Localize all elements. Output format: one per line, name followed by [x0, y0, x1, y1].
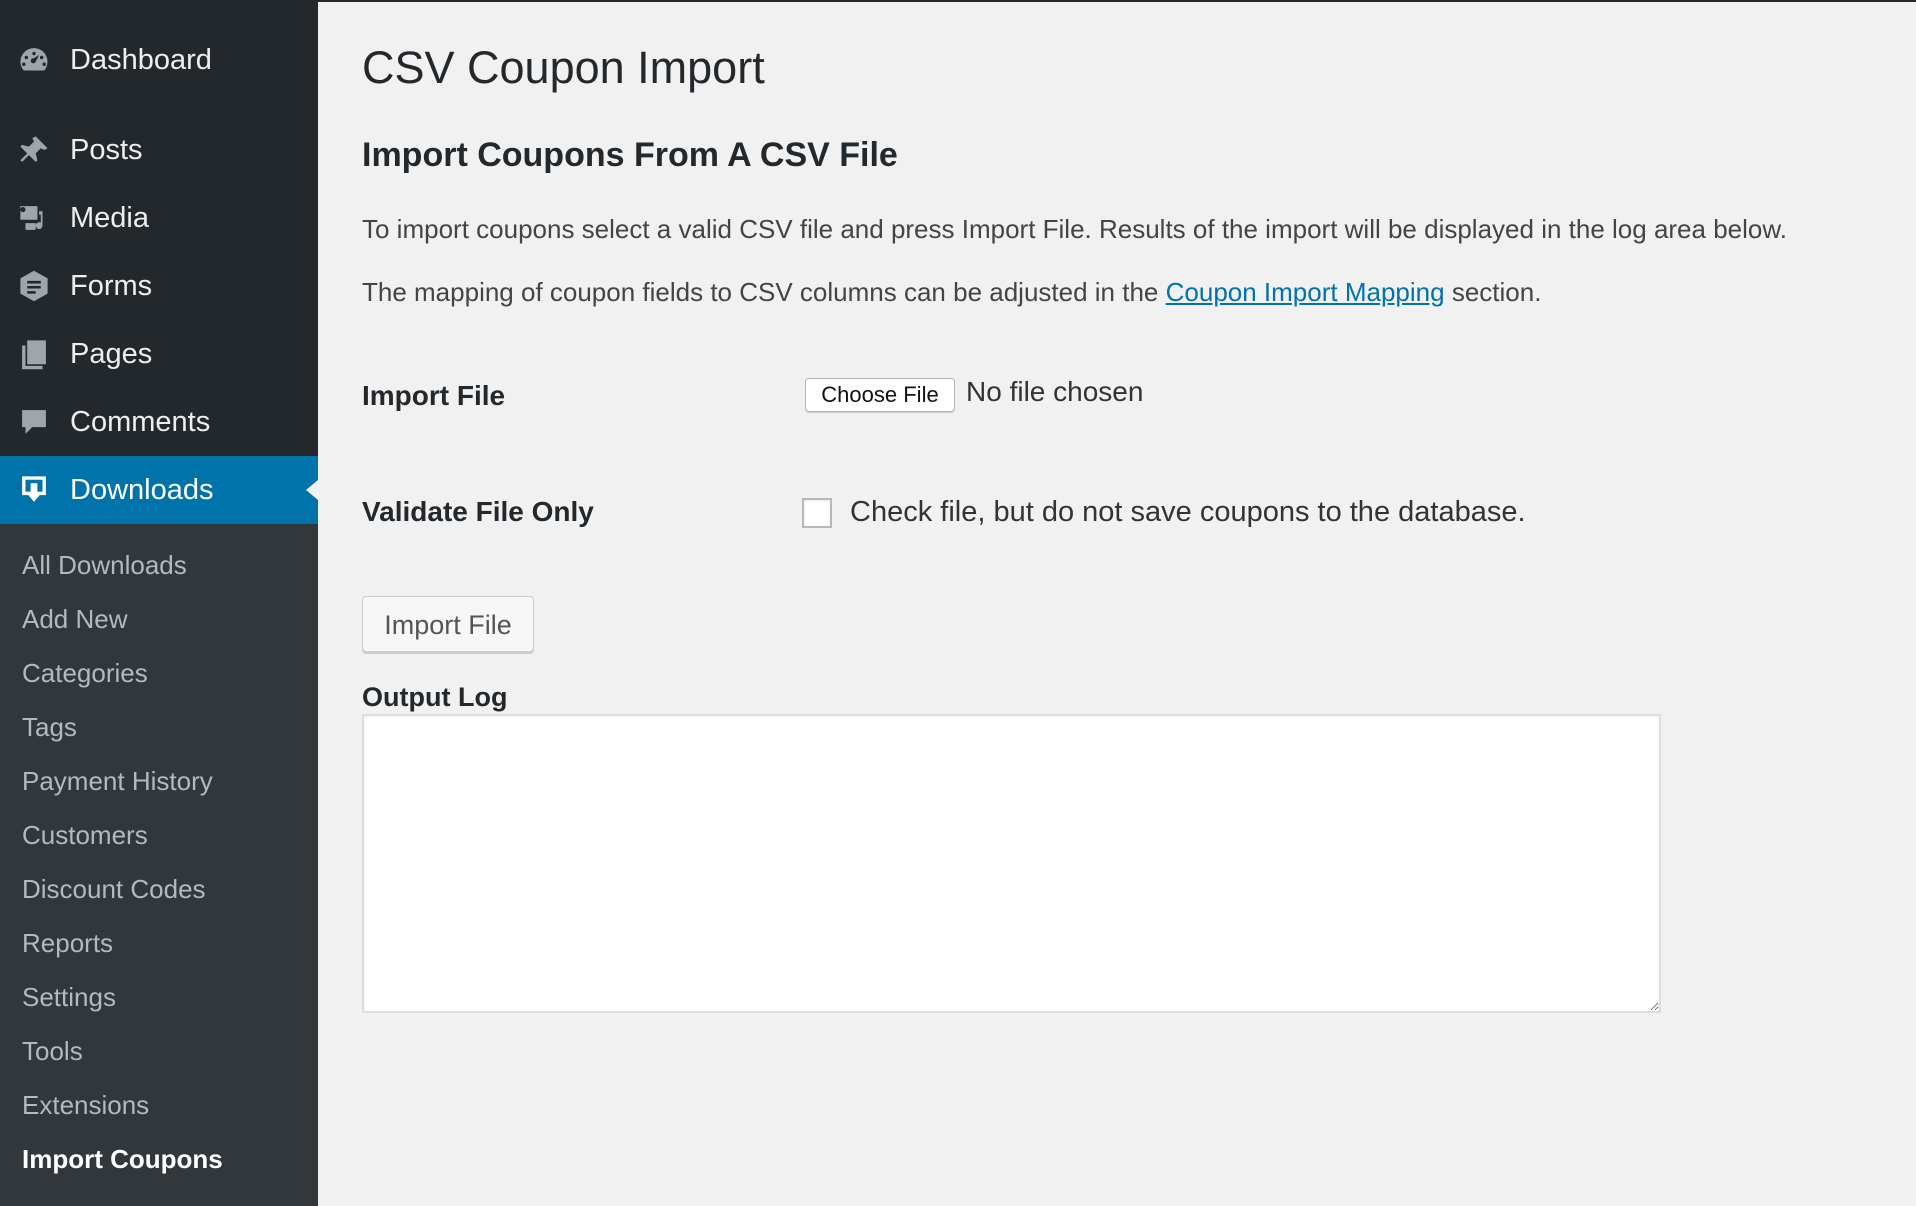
- submenu-extensions[interactable]: Extensions: [22, 1090, 149, 1121]
- validate-checkbox-label[interactable]: Check file, but do not save coupons to t…: [850, 496, 1526, 529]
- submenu-import-coupons[interactable]: Import Coupons: [22, 1144, 223, 1175]
- submenu-add-new[interactable]: Add New: [22, 604, 128, 635]
- submenu-settings[interactable]: Settings: [22, 982, 116, 1013]
- menu-item-dashboard[interactable]: Dashboard: [0, 26, 318, 94]
- mapping-text-suffix: section.: [1451, 277, 1542, 307]
- import-file-button[interactable]: Import File: [362, 596, 534, 652]
- main-content: CSV Coupon Import Import Coupons From A …: [318, 0, 1916, 1206]
- intro-text: To import coupons select a valid CSV fil…: [362, 214, 1787, 244]
- mapping-text: The mapping of coupon fields to CSV colu…: [362, 277, 1541, 308]
- validate-only-checkbox[interactable]: [802, 498, 832, 528]
- forms-icon: [16, 268, 52, 304]
- menu-label-pages: Pages: [70, 337, 153, 370]
- submenu-all-downloads[interactable]: All Downloads: [22, 550, 187, 581]
- comment-icon: [16, 404, 52, 440]
- download-icon: [16, 472, 52, 508]
- media-icon: [16, 200, 52, 236]
- admin-sidebar: Dashboard Posts Media Forms Pages Commen…: [0, 0, 318, 1206]
- menu-label-posts: Posts: [70, 133, 143, 166]
- submenu-payment-history[interactable]: Payment History: [22, 766, 213, 797]
- submenu-customers[interactable]: Customers: [22, 820, 148, 851]
- output-log-label: Output Log: [362, 682, 508, 712]
- top-border: [318, 0, 1916, 2]
- page-title: CSV Coupon Import: [362, 42, 765, 93]
- dashboard-icon: [16, 42, 52, 78]
- menu-item-forms[interactable]: Forms: [0, 252, 318, 320]
- submenu-discount-codes[interactable]: Discount Codes: [22, 874, 206, 905]
- menu-label-media: Media: [70, 201, 149, 234]
- menu-item-comments[interactable]: Comments: [0, 388, 318, 456]
- current-menu-arrow: [306, 480, 318, 500]
- import-file-label: Import File: [362, 380, 506, 411]
- menu-item-media[interactable]: Media: [0, 184, 318, 252]
- menu-item-downloads[interactable]: Downloads: [0, 456, 318, 524]
- menu-label-comments: Comments: [70, 405, 211, 438]
- menu-item-posts[interactable]: Posts: [0, 116, 318, 184]
- coupon-import-mapping-link[interactable]: Coupon Import Mapping: [1166, 277, 1445, 307]
- submenu-tags[interactable]: Tags: [22, 712, 77, 743]
- submenu-categories[interactable]: Categories: [22, 658, 148, 689]
- menu-label-dashboard: Dashboard: [70, 43, 212, 76]
- menu-label-downloads: Downloads: [70, 473, 214, 506]
- submenu-reports[interactable]: Reports: [22, 928, 113, 959]
- mapping-text-prefix: The mapping of coupon fields to CSV colu…: [362, 277, 1159, 307]
- pages-icon: [16, 336, 52, 372]
- choose-file-button[interactable]: Choose File: [805, 378, 955, 412]
- pin-icon: [16, 132, 52, 168]
- file-status-text: No file chosen: [966, 376, 1144, 407]
- validate-file-label: Validate File Only: [362, 496, 594, 527]
- downloads-submenu: All Downloads Add New Categories Tags Pa…: [0, 524, 318, 1206]
- output-log-textarea[interactable]: [362, 714, 1661, 1013]
- menu-label-forms: Forms: [70, 269, 153, 302]
- section-title: Import Coupons From A CSV File: [362, 136, 898, 174]
- menu-item-pages[interactable]: Pages: [0, 320, 318, 388]
- submenu-tools[interactable]: Tools: [22, 1036, 83, 1067]
